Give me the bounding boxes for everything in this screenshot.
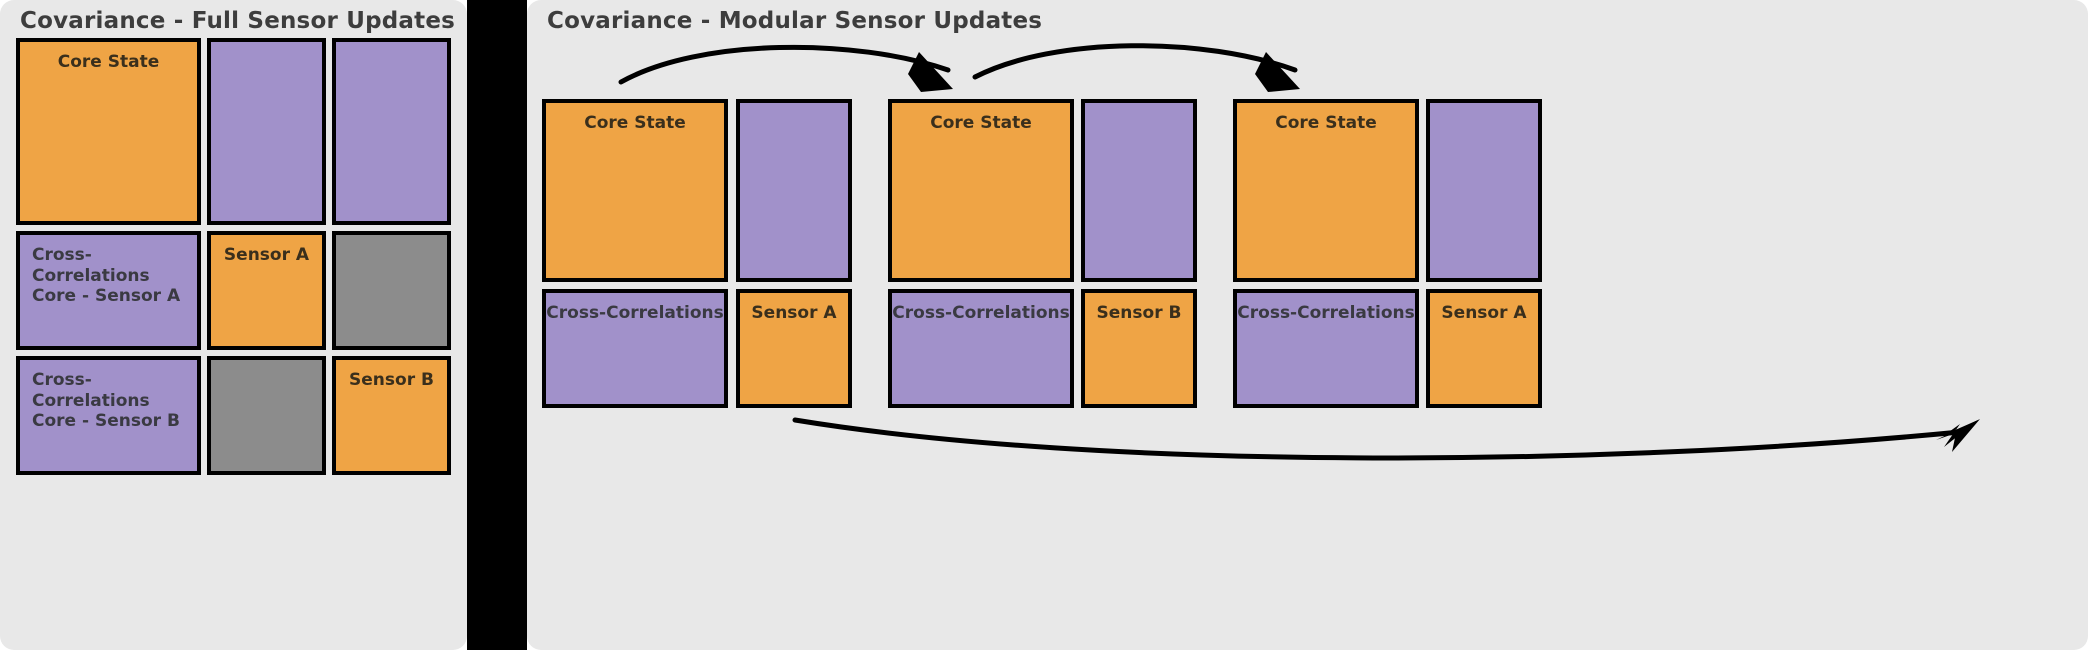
left-cell-r2c3: [332, 231, 451, 350]
modular-block-1-r1c2: [736, 99, 852, 282]
modular-block-2-r1c2: [1081, 99, 1197, 282]
left-cell-r1c3: [332, 38, 451, 225]
modular-block-3-cross-correlations: Cross-Correlations: [1233, 289, 1419, 408]
right-panel-title: Covariance - Modular Sensor Updates: [547, 8, 1043, 34]
modular-block-1-cross-correlations: Cross-Correlations: [542, 289, 728, 408]
left-panel-title: Covariance - Full Sensor Updates: [20, 8, 456, 34]
modular-block-3-sensor: Sensor A: [1426, 289, 1542, 408]
left-cell-core-state: Core State: [16, 38, 201, 225]
diagram-canvas: Covariance - Full Sensor Updates Core St…: [0, 0, 2088, 650]
left-cell-sensor-a: Sensor A: [207, 231, 326, 350]
modular-block-3-core-state-label: Core State: [1275, 113, 1377, 133]
left-cell-cross-core-sensor-a-label: Cross-Correlations Core - Sensor A: [32, 245, 181, 307]
left-cell-cross-core-sensor-b-label: Cross-Correlations Core - Sensor B: [32, 370, 180, 432]
left-cell-cross-core-sensor-a: Cross-Correlations Core - Sensor A: [16, 231, 201, 350]
modular-block-2-cross-correlations: Cross-Correlations: [888, 289, 1074, 408]
modular-block-1-core-state-label: Core State: [584, 113, 686, 133]
modular-block-2-core-state-label: Core State: [930, 113, 1032, 133]
modular-block-3-core-state: Core State: [1233, 99, 1419, 282]
left-cell-cross-core-sensor-b: Cross-Correlations Core - Sensor B: [16, 356, 201, 475]
modular-block-3-sensor-label: Sensor A: [1441, 303, 1527, 323]
modular-block-1-sensor: Sensor A: [736, 289, 852, 408]
modular-block-1-cross-correlations-label: Cross-Correlations: [546, 303, 724, 323]
modular-block-2-sensor-label: Sensor B: [1096, 303, 1182, 323]
left-cell-r1c2: [207, 38, 326, 225]
left-cell-sensor-a-label: Sensor A: [223, 245, 310, 265]
left-cell-sensor-b-label: Sensor B: [349, 370, 434, 390]
modular-block-2-sensor: Sensor B: [1081, 289, 1197, 408]
left-cell-core-state-label: Core State: [57, 52, 160, 72]
modular-block-1-core-state: Core State: [542, 99, 728, 282]
modular-block-3-cross-correlations-label: Cross-Correlations: [1237, 303, 1415, 323]
modular-block-2-core-state: Core State: [888, 99, 1074, 282]
modular-block-2-cross-correlations-label: Cross-Correlations: [892, 303, 1070, 323]
panel-divider: [467, 0, 527, 650]
left-cell-sensor-b: Sensor B: [332, 356, 451, 475]
modular-block-1-sensor-label: Sensor A: [751, 303, 837, 323]
left-cell-r3c2: [207, 356, 326, 475]
modular-block-3-r1c2: [1426, 99, 1542, 282]
